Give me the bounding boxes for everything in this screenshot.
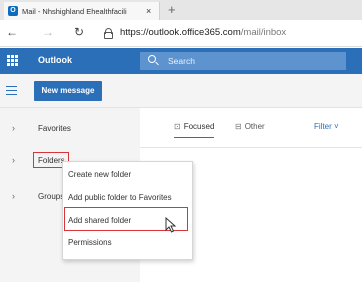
- tab-title: Mail - Nhshighland Ehealthfacili: [22, 6, 127, 16]
- outlook-header: Outlook Search: [0, 48, 362, 74]
- groups-chevron-icon[interactable]: ›: [12, 191, 15, 201]
- filter-button[interactable]: Filter ˅: [314, 122, 339, 131]
- forward-arrow-icon[interactable]: →: [42, 25, 54, 39]
- new-tab-icon[interactable]: +: [168, 2, 176, 18]
- mouse-pointer-icon: [165, 217, 177, 233]
- inbox-tabs: ⊡ Focused ⊟ Other Filter ˅: [140, 108, 362, 148]
- app-name[interactable]: Outlook: [38, 55, 72, 65]
- search-placeholder: Search: [168, 56, 195, 66]
- tab-other-label: Other: [244, 122, 265, 131]
- outlook-favicon-icon: O: [8, 6, 18, 16]
- app-launcher-icon[interactable]: [7, 55, 18, 66]
- refresh-icon[interactable]: ↻: [74, 25, 84, 39]
- tab-other[interactable]: ⊟ Other: [235, 122, 265, 131]
- other-icon: ⊟: [235, 122, 242, 131]
- url-host: https://outlook.office365.com: [120, 27, 241, 38]
- url-path: /mail/inbox: [240, 27, 287, 38]
- command-bar: New message: [0, 74, 362, 108]
- tab-focused-label: Focused: [183, 122, 215, 131]
- menu-item-add-public-folder[interactable]: Add public folder to Favorites: [68, 193, 172, 202]
- browser-nav-bar: ← → ↻ https://outlook.office365.com/mail…: [0, 20, 362, 47]
- browser-tab[interactable]: O Mail - Nhshighland Ehealthfacili ×: [4, 2, 160, 20]
- folders-chevron-icon[interactable]: ›: [12, 155, 15, 165]
- inbox-icon: ⊡: [174, 122, 181, 131]
- browser-tab-strip: O Mail - Nhshighland Ehealthfacili × +: [0, 0, 362, 20]
- new-message-button[interactable]: New message: [34, 81, 102, 101]
- favorites-chevron-icon[interactable]: ›: [12, 123, 15, 133]
- back-arrow-icon[interactable]: ←: [6, 25, 18, 39]
- hamburger-menu-icon[interactable]: [6, 86, 17, 95]
- tab-focused[interactable]: ⊡ Focused: [174, 122, 215, 138]
- nav-groups[interactable]: Groups: [38, 192, 64, 201]
- close-tab-icon[interactable]: ×: [146, 6, 151, 16]
- lock-icon: [104, 28, 113, 39]
- menu-item-create-new-folder[interactable]: Create new folder: [68, 170, 131, 179]
- nav-favorites[interactable]: Favorites: [38, 124, 71, 133]
- menu-item-permissions[interactable]: Permissions: [68, 238, 112, 247]
- address-bar[interactable]: https://outlook.office365.com/mail/inbox: [120, 27, 286, 38]
- search-icon: [148, 55, 156, 63]
- search-box[interactable]: Search: [140, 52, 346, 70]
